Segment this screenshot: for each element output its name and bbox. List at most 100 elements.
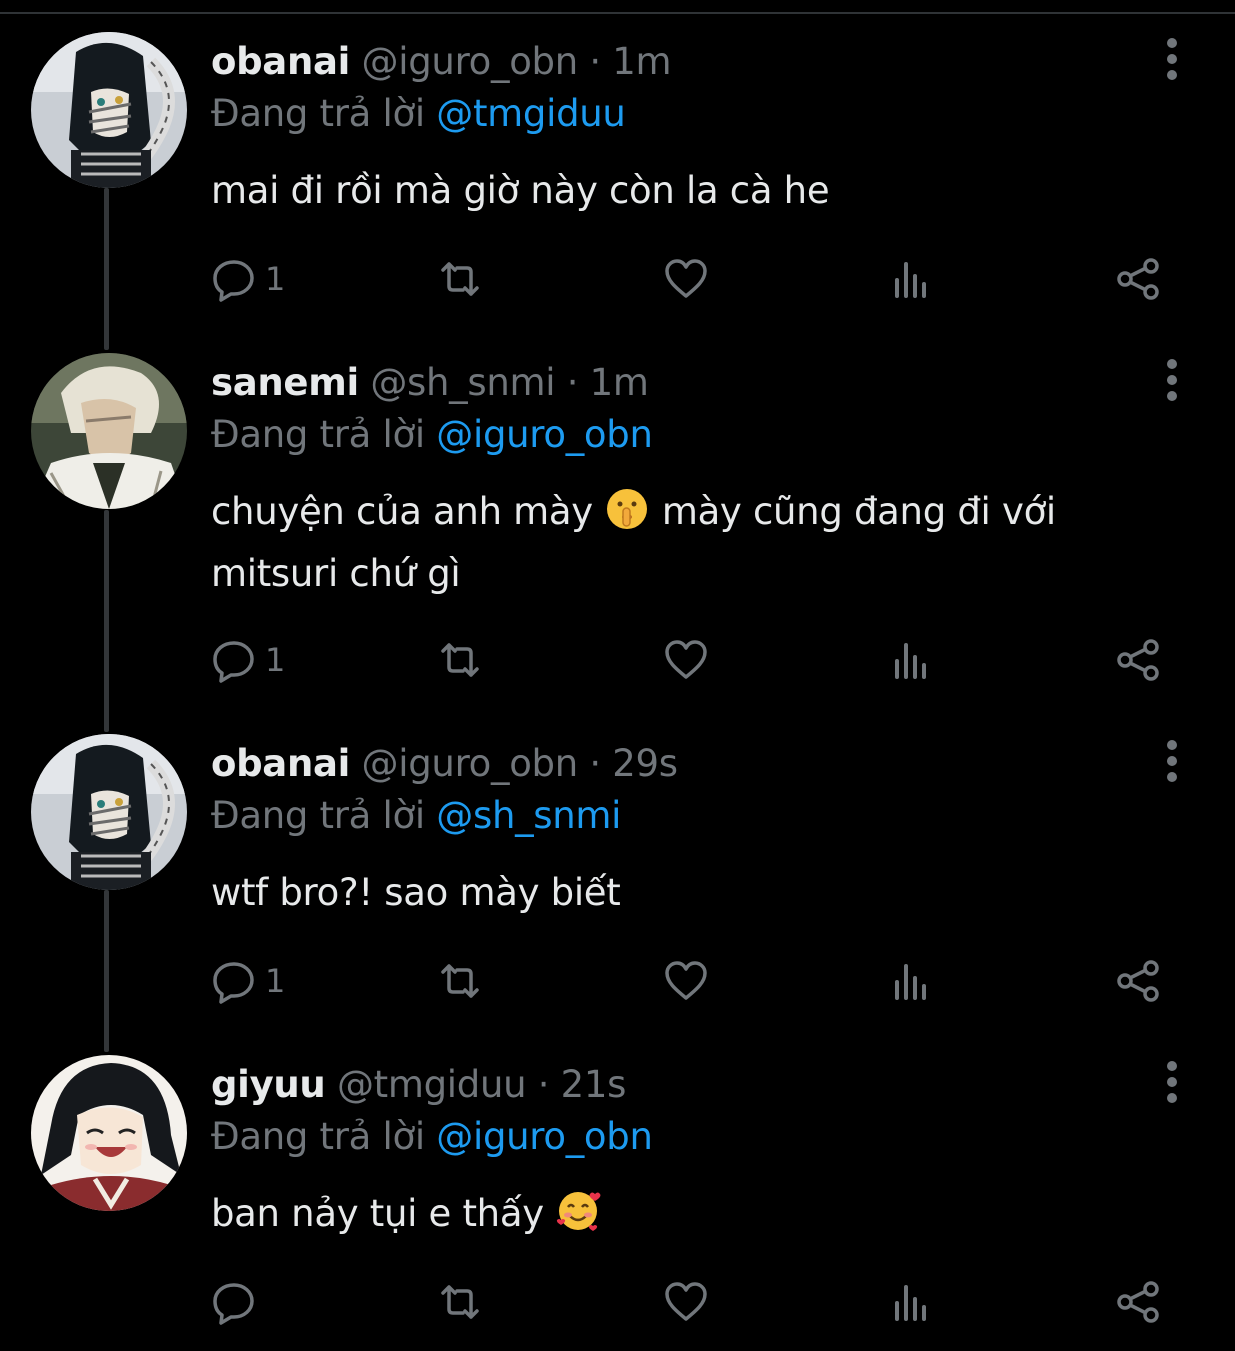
timestamp[interactable]: 21s	[561, 1063, 627, 1106]
timestamp[interactable]: 29s	[612, 742, 678, 785]
reply-button[interactable]: 1	[211, 951, 285, 1011]
separator-dot: ·	[566, 361, 579, 404]
more-icon	[1167, 740, 1177, 782]
retweet-icon	[441, 262, 479, 296]
action-bar: 1	[211, 249, 1171, 309]
tweet-text: ban nảy tụi e thấy	[211, 1183, 1111, 1245]
views-icon	[895, 643, 926, 679]
smiling-face-with-hearts-emoji	[557, 1192, 601, 1231]
reply-prefix: Đang trả lời	[211, 413, 425, 456]
timestamp[interactable]: 1m	[612, 40, 671, 83]
share-icon	[1117, 258, 1159, 300]
action-bar	[211, 1272, 1171, 1332]
display-name[interactable]: obanai	[211, 40, 350, 83]
display-name[interactable]: sanemi	[211, 361, 359, 404]
tweet-header: obanai @iguro_obn · 29s	[211, 742, 678, 790]
more-icon	[1167, 359, 1177, 401]
more-button[interactable]	[1150, 1057, 1194, 1107]
tweet-text-part: chuyện của anh mày	[211, 490, 605, 533]
reply-prefix: Đang trả lời	[211, 794, 425, 837]
thread-connector	[104, 188, 109, 350]
reply-target-link[interactable]: @tmgiduu	[436, 92, 626, 135]
like-icon	[665, 1282, 707, 1321]
replying-to: Đang trả lời @sh_snmi	[211, 794, 621, 837]
shushing-face-emoji	[607, 489, 648, 529]
reply-icon	[213, 641, 254, 683]
reply-count: 1	[265, 641, 286, 679]
reply-button[interactable]: 1	[211, 630, 285, 690]
like-icon	[665, 640, 707, 679]
action-bar: 1	[211, 951, 1171, 1011]
like-button[interactable]	[663, 249, 709, 309]
retweet-button[interactable]	[437, 249, 483, 309]
share-icon	[1117, 639, 1159, 681]
share-icon	[1117, 960, 1159, 1002]
reply-count: 1	[265, 962, 286, 1000]
like-button[interactable]	[663, 951, 709, 1011]
views-icon	[895, 1285, 926, 1321]
share-button[interactable]	[1115, 1272, 1161, 1332]
like-button[interactable]	[663, 1272, 709, 1332]
share-icon	[1117, 1281, 1159, 1323]
avatar[interactable]	[31, 734, 187, 890]
tweet-text: wtf bro?! sao mày biết	[211, 862, 1111, 924]
avatar[interactable]	[31, 1055, 187, 1211]
reply-count: 1	[265, 260, 286, 298]
replying-to: Đang trả lời @iguro_obn	[211, 413, 653, 456]
more-icon	[1167, 38, 1177, 80]
views-button[interactable]	[889, 249, 935, 309]
reply-icon	[213, 1283, 254, 1325]
replying-to: Đang trả lời @tmgiduu	[211, 92, 626, 135]
replying-to: Đang trả lời @iguro_obn	[211, 1115, 653, 1158]
more-button[interactable]	[1150, 736, 1194, 786]
avatar[interactable]	[31, 353, 187, 509]
retweet-button[interactable]	[437, 951, 483, 1011]
like-icon	[665, 259, 707, 298]
retweet-icon	[441, 1285, 479, 1319]
timestamp[interactable]: 1m	[590, 361, 649, 404]
reply-button[interactable]: 1	[211, 249, 285, 309]
separator-dot: ·	[589, 40, 601, 83]
tweet-header: sanemi @sh_snmi · 1m	[211, 361, 649, 409]
retweet-button[interactable]	[437, 1272, 483, 1332]
display-name[interactable]: obanai	[211, 742, 350, 785]
more-button[interactable]	[1150, 355, 1194, 405]
reply-target-link[interactable]: @iguro_obn	[436, 413, 653, 456]
reply-target-link[interactable]: @iguro_obn	[436, 1115, 653, 1158]
handle[interactable]: @tmgiduu	[337, 1063, 527, 1106]
tweet-text-part: mai đi rồi mà giờ này còn la cà he	[211, 169, 830, 212]
action-bar: 1	[211, 630, 1171, 690]
tweet-text-part: ban nảy tụi e thấy	[211, 1192, 556, 1235]
reply-button[interactable]	[211, 1272, 265, 1332]
display-name[interactable]: giyuu	[211, 1063, 326, 1106]
retweet-button[interactable]	[437, 630, 483, 690]
views-icon	[895, 262, 926, 298]
handle[interactable]: @sh_snmi	[370, 361, 555, 404]
giyuu-avatar-icon	[31, 1055, 187, 1211]
like-button[interactable]	[663, 630, 709, 690]
handle[interactable]: @iguro_obn	[362, 40, 579, 83]
views-button[interactable]	[889, 951, 935, 1011]
views-button[interactable]	[889, 1272, 935, 1332]
like-icon	[665, 961, 707, 1000]
avatar[interactable]	[31, 32, 187, 188]
tweet-text: mai đi rồi mà giờ này còn la cà he	[211, 160, 1111, 222]
sanemi-avatar-icon	[31, 353, 187, 509]
reply-prefix: Đang trả lời	[211, 1115, 425, 1158]
more-button[interactable]	[1150, 34, 1194, 84]
obanai-avatar-icon	[31, 734, 187, 890]
separator-dot: ·	[537, 1063, 550, 1106]
more-icon	[1167, 1061, 1177, 1103]
reply-prefix: Đang trả lời	[211, 92, 425, 135]
handle[interactable]: @iguro_obn	[362, 742, 579, 785]
share-button[interactable]	[1115, 249, 1161, 309]
thread-connector	[104, 890, 109, 1052]
share-button[interactable]	[1115, 951, 1161, 1011]
thread: obanai @iguro_obn · 1m Đang trả lời @tmg…	[0, 0, 1235, 1351]
share-button[interactable]	[1115, 630, 1161, 690]
tweet-text-part: wtf bro?! sao mày biết	[211, 871, 621, 914]
obanai-avatar-icon	[31, 32, 187, 188]
views-button[interactable]	[889, 630, 935, 690]
tweet-header: obanai @iguro_obn · 1m	[211, 40, 672, 88]
reply-target-link[interactable]: @sh_snmi	[436, 794, 621, 837]
